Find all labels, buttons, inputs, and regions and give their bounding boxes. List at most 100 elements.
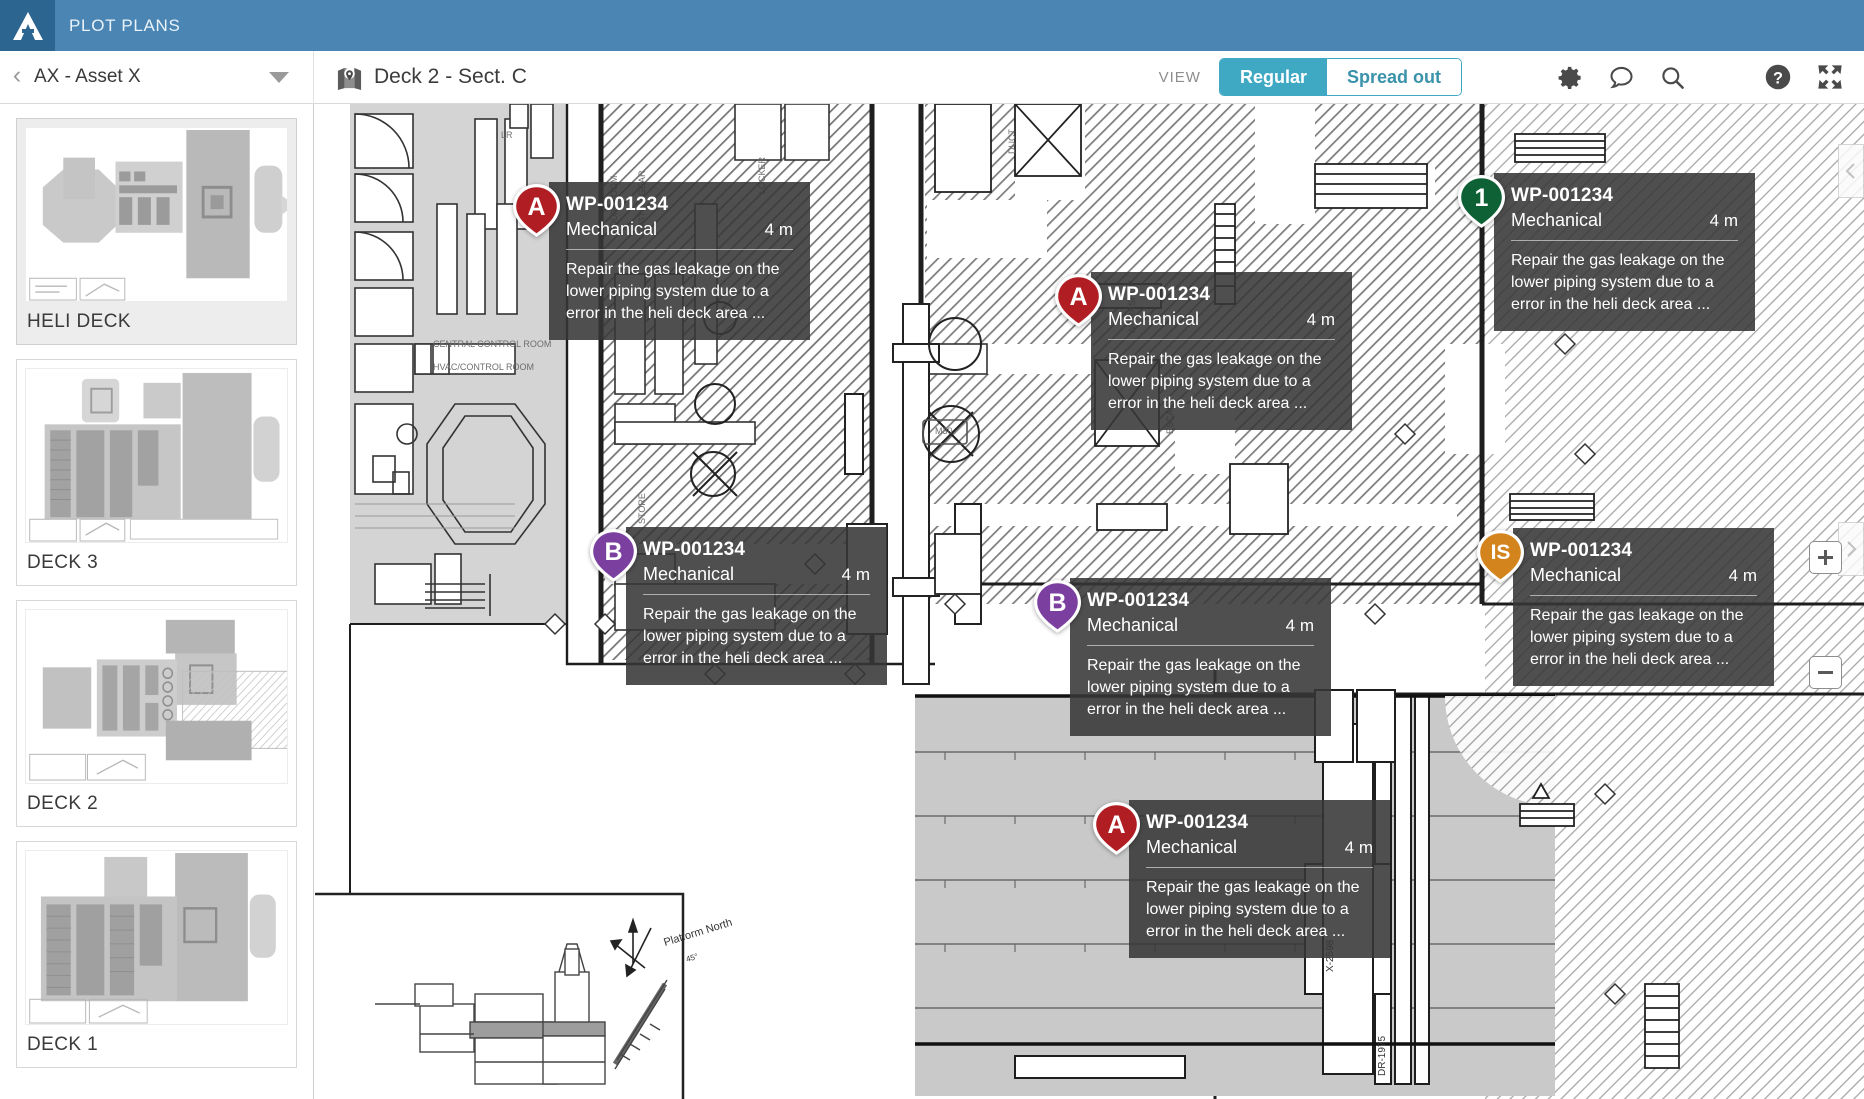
map-pin-icon [337,67,362,90]
work-package-pin[interactable]: B [1031,578,1084,635]
work-package-pin[interactable]: A [1090,800,1143,857]
work-package-pin[interactable]: A [1052,272,1105,329]
work-package-pin-label: A [1069,282,1088,311]
sidebar-item-deck-2[interactable]: DECK 2 [16,600,297,827]
view-mode-toggle[interactable]: Regular Spread out [1218,58,1462,96]
zoom-out-button[interactable] [1809,656,1842,689]
svg-text:DUCT: DUCT [1007,129,1017,154]
sidebar-item-heli-deck[interactable]: HELI DECK [16,118,297,345]
work-package-discipline: Mechanical [1108,309,1200,329]
card-divider [1146,867,1373,868]
work-package-details[interactable]: WP-001234 Mechanical 4 m Repair the gas lea… [1513,528,1774,687]
work-package-card[interactable]: A WP-001234 Mechanical 4 m Repair the gas le… [1090,800,1390,959]
triangle-a-logo-icon [12,11,43,40]
plan-label: CENTRAL CONTROL ROOM [433,339,551,349]
work-package-id: WP-001234 [1087,590,1190,611]
card-divider [1530,595,1757,596]
work-package-pin-label: A [527,192,546,221]
gear-icon[interactable] [1557,64,1584,91]
work-package-description: Repair the gas leakage on the lower pipi… [1146,879,1360,941]
work-package-pin[interactable]: A [510,182,563,239]
sidebar-item-deck-3[interactable]: DECK 3 [16,359,297,586]
work-package-details[interactable]: WP-001234 Mechanical 4 m Repair the gas lea… [1070,578,1331,737]
app-logo [0,0,55,51]
deck-list-sidebar[interactable]: HELI DECK DECK 3 DECK 2 DECK 1 [0,104,314,1099]
sidebar-item-label: DECK 3 [27,552,99,573]
work-package-details[interactable]: WP-001234 Mechanical 4 m Repair the gas lea… [549,182,810,341]
view-label: VIEW [1158,68,1201,86]
work-package-card[interactable]: B WP-001234 Mechanical 4 m Repair the gas le… [587,527,887,686]
work-package-distance: 4 m [1728,566,1757,585]
work-package-pin-label: IS [1490,541,1511,564]
svg-text:M30: M30 [935,426,953,436]
work-package-id: WP-001234 [643,539,746,560]
deck-thumbnail-deck-3 [25,368,288,543]
sidebar-item-label: HELI DECK [27,311,131,332]
help-icon[interactable]: ? [1764,63,1792,91]
work-package-description: Repair the gas leakage on the lower pipi… [1511,252,1725,314]
plan-title-group: Deck 2 - Sect. C [336,64,527,91]
work-package-details[interactable]: WP-001234 Mechanical 4 m Repair the gas lea… [1091,272,1352,431]
sidebar-item-deck-1[interactable]: DECK 1 [16,841,297,1068]
toolbar: ‹ AX - Asset X Deck 2 - Sect. C VIEW Reg… [0,50,1864,104]
work-package-pin-label: 1 [1474,183,1489,212]
work-package-id: WP-001234 [1108,284,1211,305]
plot-plan-canvas[interactable]: Platform North 45° DR-1975 CENTRAL CONTR… [315,104,1864,1099]
work-package-description: Repair the gas leakage on the lower pipi… [1530,607,1744,669]
work-package-id: WP-001234 [1146,812,1249,833]
thumbnail-plan-drawing [29,129,287,301]
plus-icon-v [1824,550,1827,565]
thumbnail-plan-drawing [29,852,276,1024]
minus-icon [1818,671,1833,674]
work-package-distance: 4 m [1285,616,1314,635]
fullscreen-icon[interactable] [1816,63,1844,91]
svg-text:LR: LR [501,130,513,140]
work-package-description: Repair the gas leakage on the lower pipi… [643,606,857,668]
view-mode-group: VIEW Regular Spread out [1159,58,1462,96]
work-package-card[interactable]: 1 WP-001234 Mechanical 4 m Repair the gas le… [1455,173,1755,332]
work-package-pin-label: A [1107,810,1126,839]
svg-text:45°: 45° [685,952,699,964]
page-title: Deck 2 - Sect. C [374,65,527,88]
work-package-card[interactable]: B WP-001234 Mechanical 4 m Repair the gas le… [1031,578,1331,737]
toolbar-icon-group [1557,64,1686,91]
chevron-right-icon [1847,541,1857,557]
work-package-pin[interactable]: B [587,527,640,584]
work-package-pin[interactable]: 1 [1455,173,1508,230]
search-icon[interactable] [1659,64,1686,91]
card-divider [1108,339,1335,340]
svg-text:STORE: STORE [637,493,647,524]
work-package-description: Repair the gas leakage on the lower pipi… [1108,351,1322,413]
view-mode-spread-out[interactable]: Spread out [1326,59,1461,95]
work-package-pin-label: B [1048,588,1067,617]
asset-name-label: AX - Asset X [34,66,141,87]
work-package-details[interactable]: WP-001234 Mechanical 4 m Repair the gas lea… [1494,173,1755,332]
card-divider [643,594,870,595]
work-package-pin[interactable]: IS [1474,528,1527,585]
zoom-in-button[interactable] [1809,541,1842,574]
back-chevron-left-icon[interactable]: ‹ [0,62,34,92]
work-package-description: Repair the gas leakage on the lower pipi… [1087,657,1301,719]
work-package-discipline: Mechanical [1146,837,1238,857]
app-title: PLOT PLANS [69,15,181,35]
comment-icon[interactable] [1608,64,1635,91]
work-package-distance: 4 m [1306,310,1335,329]
work-package-id: WP-001234 [1530,540,1633,561]
card-divider [1087,645,1314,646]
plan-label: HVAC/CONTROL ROOM [433,362,534,372]
work-package-card[interactable]: IS WP-001234 Mechanical 4 m Repair the gas l… [1474,528,1774,687]
card-divider [566,249,793,250]
work-package-card[interactable]: A WP-001234 Mechanical 4 m Repair the gas le… [510,182,810,341]
work-package-card[interactable]: A WP-001234 Mechanical 4 m Repair the gas le… [1052,272,1352,431]
deck-thumbnail-heli-deck [25,127,288,302]
panel-collapse-left-handle[interactable] [1838,144,1864,198]
view-mode-regular[interactable]: Regular [1219,59,1327,95]
work-package-discipline: Mechanical [1530,565,1622,585]
thumbnail-plan-drawing [29,372,280,542]
work-package-distance: 4 m [841,565,870,584]
work-package-details[interactable]: WP-001234 Mechanical 4 m Repair the gas lea… [1129,800,1390,959]
deck-thumbnail-deck-1 [25,850,288,1025]
chevron-down-icon[interactable] [269,71,289,83]
asset-selector[interactable]: ‹ AX - Asset X [0,50,314,104]
work-package-details[interactable]: WP-001234 Mechanical 4 m Repair the gas lea… [626,527,887,686]
